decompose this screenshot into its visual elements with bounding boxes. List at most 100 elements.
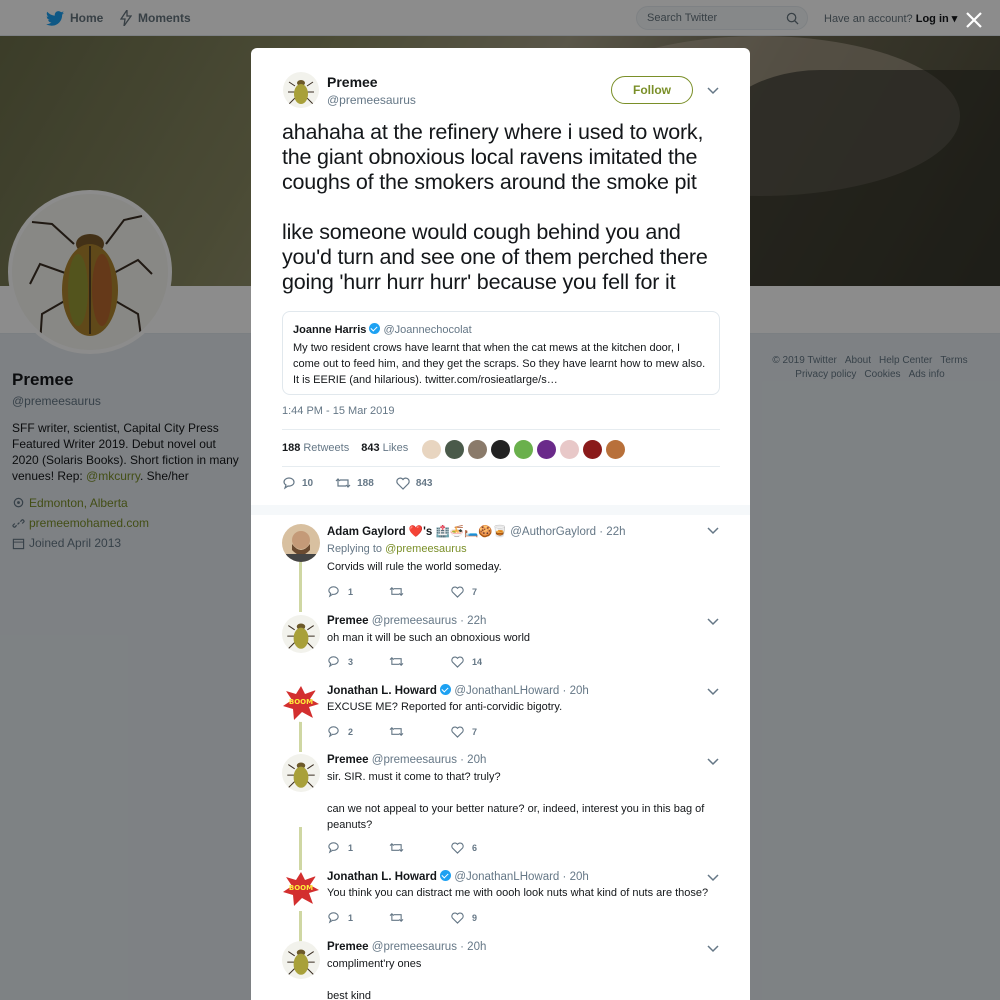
liker-avatar[interactable] — [583, 440, 602, 459]
likes-label: Likes — [382, 442, 409, 454]
retweet-button[interactable] — [389, 911, 451, 924]
reply-actions: 2 7 — [327, 725, 513, 738]
likers-avatars — [422, 440, 625, 459]
retweets-count: 188 — [282, 442, 301, 454]
reply-author-handle[interactable]: @JonathanLHoward — [454, 685, 559, 697]
retweet-button[interactable]: 188 — [335, 476, 374, 490]
quoted-tweet[interactable]: Joanne Harris @Joannechocolat My two res… — [282, 311, 720, 395]
verified-icon — [440, 684, 452, 695]
reply-avatar[interactable] — [282, 615, 320, 653]
retweet-count: 188 — [357, 477, 374, 489]
beetle-avatar-icon — [287, 623, 315, 650]
tweet-stats: 188 Retweets 843 Likes — [282, 429, 720, 467]
reply-icon — [328, 726, 339, 738]
chevron-down-icon[interactable] — [706, 941, 720, 955]
close-icon[interactable] — [962, 8, 986, 32]
retweet-button[interactable] — [389, 725, 451, 738]
reply-author-name[interactable]: Premee — [327, 615, 369, 627]
liker-avatar[interactable] — [537, 440, 556, 459]
reply-button[interactable]: 1 — [327, 841, 389, 854]
reply-icon — [328, 586, 339, 598]
chevron-down-icon[interactable] — [706, 754, 720, 768]
liker-avatar[interactable] — [514, 440, 533, 459]
retweet-button[interactable] — [389, 585, 451, 598]
reply-avatar[interactable] — [282, 941, 320, 979]
heart-icon — [451, 841, 464, 854]
reply-icon — [328, 656, 339, 668]
retweet-button[interactable] — [389, 841, 451, 854]
reply-author-handle[interactable]: @premeesaurus — [372, 941, 457, 953]
liker-avatar[interactable] — [468, 440, 487, 459]
replying-to: Replying to @premeesaurus — [327, 541, 717, 557]
liker-avatar[interactable] — [445, 440, 464, 459]
retweets-stat[interactable]: 188 Retweets — [282, 442, 349, 454]
reply-header: Adam Gaylord ❤️'s 🏥🍜🛏️🍪🥃 @AuthorGaylord … — [327, 524, 626, 538]
quote-author-name: Joanne Harris — [293, 324, 367, 336]
chevron-down-icon[interactable] — [706, 614, 720, 628]
chevron-down-icon[interactable] — [706, 684, 720, 698]
reply-time[interactable]: · 20h — [563, 871, 589, 883]
liker-avatar[interactable] — [491, 440, 510, 459]
replying-to-link[interactable]: @premeesaurus — [385, 543, 466, 555]
retweet-icon — [389, 656, 404, 667]
reply-time[interactable]: · 20h — [563, 685, 589, 697]
follow-button[interactable]: Follow — [611, 76, 693, 104]
thread-line — [299, 562, 302, 612]
svg-text:BOOM: BOOM — [289, 698, 313, 706]
chevron-down-icon[interactable] — [706, 83, 720, 97]
reply-count: 10 — [302, 477, 314, 489]
like-button[interactable]: 7 — [451, 585, 513, 598]
beetle-avatar-icon — [287, 762, 315, 789]
reply-count: 1 — [348, 842, 354, 853]
svg-text:BOOM: BOOM — [289, 884, 313, 892]
reply-avatar[interactable] — [282, 524, 320, 562]
reply-time[interactable]: · 22h — [460, 615, 486, 627]
reply-avatar[interactable]: BOOM — [282, 870, 320, 908]
reply-author-handle[interactable]: @premeesaurus — [372, 754, 457, 766]
reply-icon — [283, 477, 295, 490]
reply-author-handle[interactable]: @premeesaurus — [372, 615, 457, 627]
reply-text: You think you can distract me with oooh … — [327, 887, 709, 899]
heart-icon — [451, 655, 464, 668]
reply-button[interactable]: 1 — [327, 911, 389, 924]
author-name[interactable]: Premee — [327, 74, 378, 90]
liker-avatar[interactable] — [422, 440, 441, 459]
reply-author-name[interactable]: Jonathan L. Howard — [327, 685, 437, 697]
reply-button[interactable]: 10 — [282, 476, 313, 490]
reply-author-handle[interactable]: @AuthorGaylord — [510, 526, 596, 538]
liker-avatar[interactable] — [560, 440, 579, 459]
author-handle[interactable]: @premeesaurus — [327, 93, 416, 107]
like-button[interactable]: 7 — [451, 725, 513, 738]
like-button[interactable]: 6 — [451, 841, 513, 854]
like-count: 6 — [472, 842, 478, 853]
tweet-modal: Premee @premeesaurus Follow ahahaha at t… — [251, 48, 750, 1000]
reply-author-handle[interactable]: @JonathanLHoward — [454, 871, 559, 883]
reply-time[interactable]: · 20h — [460, 754, 486, 766]
author-avatar[interactable] — [283, 72, 319, 108]
like-button[interactable]: 9 — [451, 911, 513, 924]
like-count: 14 — [472, 656, 483, 667]
reply-time[interactable]: · 22h — [599, 526, 625, 538]
reply-avatar[interactable] — [282, 754, 320, 792]
likes-stat[interactable]: 843 Likes — [361, 442, 408, 454]
chevron-down-icon[interactable] — [706, 870, 720, 884]
retweet-icon — [389, 842, 404, 853]
like-button[interactable]: 843 — [396, 476, 433, 490]
chevron-down-icon[interactable] — [706, 523, 720, 537]
reply-author-name[interactable]: Jonathan L. Howard — [327, 871, 437, 883]
reply-author-name[interactable]: Premee — [327, 941, 369, 953]
reply-button[interactable]: 3 — [327, 655, 389, 668]
retweets-label: Retweets — [303, 442, 350, 454]
tweet-timestamp[interactable]: 1:44 PM - 15 Mar 2019 — [282, 405, 395, 417]
reply-time[interactable]: · 20h — [460, 941, 486, 953]
beetle-avatar-icon — [288, 80, 314, 105]
reply-avatar[interactable]: BOOM — [282, 684, 320, 722]
reply-button[interactable]: 1 — [327, 585, 389, 598]
retweet-button[interactable] — [389, 655, 451, 668]
reply-author-name[interactable]: Premee — [327, 754, 369, 766]
like-count: 843 — [415, 477, 433, 489]
liker-avatar[interactable] — [606, 440, 625, 459]
like-button[interactable]: 14 — [451, 655, 513, 668]
reply-author-name[interactable]: Adam Gaylord ❤️'s 🏥🍜🛏️🍪🥃 — [327, 526, 507, 538]
reply-button[interactable]: 2 — [327, 725, 389, 738]
